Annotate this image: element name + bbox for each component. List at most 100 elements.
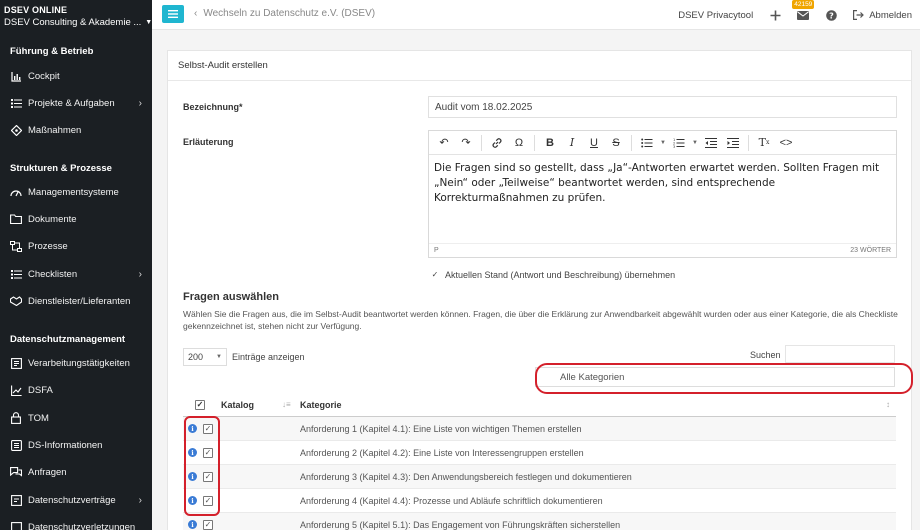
chevron-right-icon: › <box>138 268 142 280</box>
svg-text:?: ? <box>829 11 834 20</box>
privacy-tool-link[interactable]: DSEV Privacytool <box>678 10 753 21</box>
info-icon[interactable]: i <box>188 520 197 529</box>
sidebar-item-label: Prozesse <box>28 240 68 252</box>
numbered-list-icon[interactable]: 123 <box>668 133 690 153</box>
sidebar-item-datenschutzvertraege[interactable]: Datenschutzverträge › <box>0 488 152 512</box>
sidebar-item-dienstleister[interactable]: Dienstleister/Lieferanten <box>0 289 152 313</box>
row-text: Anforderung 1 (Kapitel 4.1): Eine Liste … <box>300 424 582 434</box>
flow-icon <box>10 240 22 252</box>
sidebar-item-label: Verarbeitungstätigkeiten <box>28 357 130 369</box>
row-text: Anforderung 2 (Kapitel 4.2): Eine Liste … <box>300 448 584 458</box>
section-title-fuehrung: Führung & Betrieb <box>10 46 94 57</box>
redo-icon[interactable]: ↷ <box>455 133 477 153</box>
clear-format-icon[interactable]: Tx <box>753 133 775 153</box>
sidebar-item-label: Dienstleister/Lieferanten <box>28 295 131 307</box>
menu-toggle-button[interactable] <box>162 5 184 23</box>
sidebar-item-label: Checklisten <box>28 268 78 280</box>
italic-icon[interactable]: I <box>561 133 583 153</box>
bezeichnung-label: Bezeichnung* <box>183 102 243 112</box>
editor-content[interactable]: Die Fragen sind so gestellt, dass „Ja“-A… <box>429 155 896 237</box>
strikethrough-icon[interactable]: S <box>605 133 627 153</box>
column-header-katalog[interactable]: Katalog <box>221 400 254 410</box>
outdent-icon[interactable] <box>700 133 722 153</box>
svg-text:3: 3 <box>673 145 675 148</box>
underline-icon[interactable]: U <box>583 133 605 153</box>
sidebar-item-label: Cockpit <box>28 70 60 82</box>
fragen-description: Wählen Sie die Fragen aus, die im Selbst… <box>183 309 898 331</box>
toolbar-divider <box>748 134 749 151</box>
table-header: ✓ Katalog ↓≡ Kategorie ↕ <box>183 393 896 417</box>
sidebar-item-prozesse[interactable]: Prozesse <box>0 234 152 258</box>
help-icon[interactable]: ? <box>825 9 837 21</box>
topbar-actions: DSEV Privacytool 42159 ? Abmelden <box>678 0 920 30</box>
special-char-icon[interactable]: Ω <box>508 133 530 153</box>
sidebar-item-label: Dokumente <box>28 213 77 225</box>
org-name: DSEV Consulting & Akademie ... <box>4 17 142 28</box>
diamond-icon <box>10 124 22 136</box>
sidebar-item-verarbeitungstaetigkeiten[interactable]: Verarbeitungstätigkeiten <box>0 351 152 375</box>
sidebar-item-label: Projekte & Aufgaben <box>28 97 115 109</box>
chevron-down-icon[interactable]: ▼ <box>658 133 668 153</box>
switch-org-label: Wechseln zu Datenschutz e.V. (DSEV) <box>203 8 376 19</box>
switch-org-link[interactable]: ‹ Wechseln zu Datenschutz e.V. (DSEV) <box>194 8 375 19</box>
sidebar-item-dsfa[interactable]: DSFA <box>0 378 152 402</box>
mail-icon[interactable]: 42159 <box>792 0 815 21</box>
sidebar-item-cockpit[interactable]: Cockpit <box>0 64 152 88</box>
sort-icon[interactable]: ↕ <box>886 400 890 409</box>
org-switcher[interactable]: DSEV Consulting & Akademie ... ▼ <box>4 17 152 28</box>
table-row[interactable]: i ✓ Anforderung 5 (Kapitel 5.1): Das Eng… <box>183 513 896 530</box>
chart-icon <box>10 70 22 82</box>
sidebar-item-datenschutzverletzungen[interactable]: Datenschutzverletzungen <box>0 515 152 530</box>
bold-icon[interactable]: B <box>539 133 561 153</box>
card-title: Selbst-Audit erstellen <box>168 51 911 81</box>
sidebar-item-label: DS-Informationen <box>28 439 103 451</box>
sidebar-item-ds-informationen[interactable]: DS-Informationen <box>0 433 152 457</box>
logout-label: Abmelden <box>869 9 912 21</box>
column-header-kategorie[interactable]: Kategorie <box>300 400 342 410</box>
indent-icon[interactable] <box>722 133 744 153</box>
table-row[interactable]: i ✓ Anforderung 2 (Kapitel 4.2): Eine Li… <box>183 441 896 465</box>
chevron-left-icon: ‹ <box>194 8 198 19</box>
table-row[interactable]: i ✓ Anforderung 4 (Kapitel 4.4): Prozess… <box>183 489 896 513</box>
sidebar-item-tom[interactable]: TOM <box>0 406 152 430</box>
sidebar-item-checklisten[interactable]: Checklisten › <box>0 262 152 286</box>
plus-icon[interactable] <box>769 9 781 21</box>
editor-path: P <box>434 247 439 254</box>
sort-icon[interactable]: ↓≡ <box>282 400 291 409</box>
sidebar-item-massnahmen[interactable]: Maßnahmen <box>0 118 152 142</box>
brand-title: DSEV ONLINE <box>4 5 68 15</box>
table-row[interactable]: i ✓ Anforderung 1 (Kapitel 4.1): Eine Li… <box>183 417 896 441</box>
sidebar-item-label: Anfragen <box>28 466 67 478</box>
chevron-right-icon: › <box>138 97 142 109</box>
sidebar-item-dokumente[interactable]: Dokumente <box>0 207 152 231</box>
folder-icon <box>10 213 22 225</box>
lock-icon <box>10 412 22 424</box>
word-count: 23 WÖRTER <box>850 247 891 254</box>
select-all-checkbox[interactable]: ✓ <box>195 400 205 410</box>
page-size-select[interactable]: 200 ▼ <box>183 348 227 366</box>
logout-icon <box>853 10 865 20</box>
undo-icon[interactable]: ↶ <box>433 133 455 153</box>
bezeichnung-input[interactable]: Audit vom 18.02.2025 <box>428 96 897 118</box>
table-row[interactable]: i ✓ Anforderung 3 (Kapitel 4.3): Den Anw… <box>183 465 896 489</box>
row-checkbox[interactable]: ✓ <box>203 520 213 530</box>
sidebar-item-anfragen[interactable]: Anfragen <box>0 460 152 484</box>
checkmark-icon[interactable]: ✓ <box>430 270 440 280</box>
book-icon <box>10 357 22 369</box>
code-icon[interactable]: <> <box>775 133 797 153</box>
sidebar-item-managementsysteme[interactable]: Managementsysteme <box>0 180 152 204</box>
bullet-list-icon[interactable] <box>636 133 658 153</box>
topbar: ‹ Wechseln zu Datenschutz e.V. (DSEV) DS… <box>152 0 920 30</box>
section-title-strukturen: Strukturen & Prozesse <box>10 163 112 174</box>
logout-button[interactable]: Abmelden <box>853 10 912 21</box>
editor-statusbar: P 23 WÖRTER <box>429 243 896 257</box>
current-state-checkbox-row[interactable]: ✓ Aktuellen Stand (Antwort und Beschreib… <box>430 270 675 280</box>
search-input[interactable] <box>785 345 895 363</box>
list-icon <box>10 268 22 280</box>
chevron-down-icon[interactable]: ▼ <box>690 133 700 153</box>
row-text: Anforderung 3 (Kapitel 4.3): Den Anwendu… <box>300 472 632 482</box>
sidebar-item-projekte[interactable]: Projekte & Aufgaben › <box>0 91 152 115</box>
gauge-icon <box>10 186 22 198</box>
self-audit-card: Selbst-Audit erstellen Bezeichnung* Audi… <box>167 50 913 530</box>
link-icon[interactable] <box>486 133 508 153</box>
